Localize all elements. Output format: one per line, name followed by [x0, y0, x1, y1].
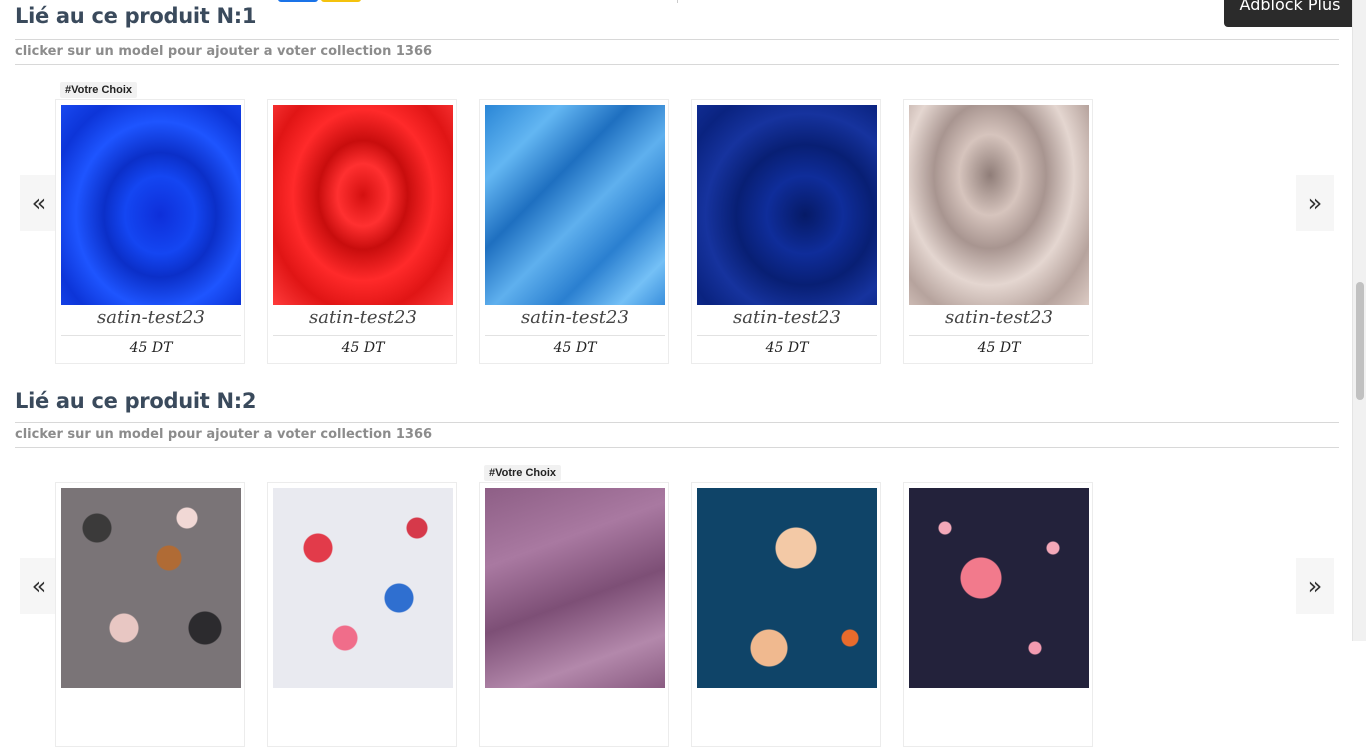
- product-card[interactable]: [55, 482, 245, 747]
- product-name: satin-test23: [97, 307, 205, 328]
- product-image[interactable]: [697, 105, 877, 305]
- product-card[interactable]: #Votre Choix satin-test23 45 DT: [55, 82, 245, 364]
- product-image[interactable]: [485, 488, 665, 688]
- section-subtitle: clicker sur un model pour ajouter a vote…: [15, 427, 433, 442]
- section-subtitle: clicker sur un model pour ajouter a vote…: [15, 44, 433, 59]
- product-image[interactable]: [485, 105, 665, 305]
- choice-badge: #Votre Choix: [484, 465, 562, 481]
- product-price: 45 DT: [553, 340, 597, 356]
- divider: [15, 447, 1339, 448]
- carousel-prev-button[interactable]: «: [20, 558, 58, 614]
- adblock-plus-button[interactable]: Adblock Plus: [1224, 0, 1356, 27]
- product-image[interactable]: [61, 488, 241, 688]
- product-price: 45 DT: [765, 340, 809, 356]
- product-card[interactable]: satin-test23 45 DT: [479, 99, 669, 364]
- product-card[interactable]: [903, 482, 1093, 747]
- divider: [485, 335, 665, 336]
- divider: [61, 335, 241, 336]
- vertical-scrollbar[interactable]: [1352, 0, 1366, 641]
- product-image[interactable]: [909, 488, 1089, 688]
- scrollbar-thumb[interactable]: [1356, 282, 1364, 400]
- product-card[interactable]: satin-test23 45 DT: [691, 99, 881, 364]
- carousel-next-button[interactable]: »: [1296, 558, 1334, 614]
- section-title: Lié au ce produit N:1: [15, 4, 257, 28]
- product-card[interactable]: [267, 482, 457, 747]
- product-name: satin-test23: [521, 307, 629, 328]
- product-price: 45 DT: [977, 340, 1021, 356]
- product-price: 45 DT: [341, 340, 385, 356]
- product-image[interactable]: [697, 488, 877, 688]
- product-card[interactable]: satin-test23 45 DT: [903, 99, 1093, 364]
- carousel-prev-button[interactable]: «: [20, 175, 58, 231]
- product-image[interactable]: [273, 488, 453, 688]
- divider: [15, 422, 1339, 423]
- product-image[interactable]: [909, 105, 1089, 305]
- divider: [273, 335, 453, 336]
- divider: [697, 335, 877, 336]
- choice-badge: #Votre Choix: [60, 82, 138, 98]
- product-card[interactable]: [691, 482, 881, 747]
- product-price: 45 DT: [129, 340, 173, 356]
- divider: [909, 335, 1089, 336]
- product-name: satin-test23: [733, 307, 841, 328]
- share-button-yellow[interactable]: [321, 0, 361, 2]
- product-name: satin-test23: [945, 307, 1053, 328]
- divider: [15, 39, 1339, 40]
- share-button-blue[interactable]: [278, 0, 318, 2]
- product-image[interactable]: [273, 105, 453, 305]
- product-name: satin-test23: [309, 307, 417, 328]
- carousel-next-button[interactable]: »: [1296, 175, 1334, 231]
- section-title: Lié au ce produit N:2: [15, 389, 257, 413]
- divider: [677, 0, 678, 3]
- product-image[interactable]: [61, 105, 241, 305]
- product-card[interactable]: #Votre Choix: [479, 465, 669, 747]
- product-card[interactable]: satin-test23 45 DT: [267, 99, 457, 364]
- divider: [15, 64, 1339, 65]
